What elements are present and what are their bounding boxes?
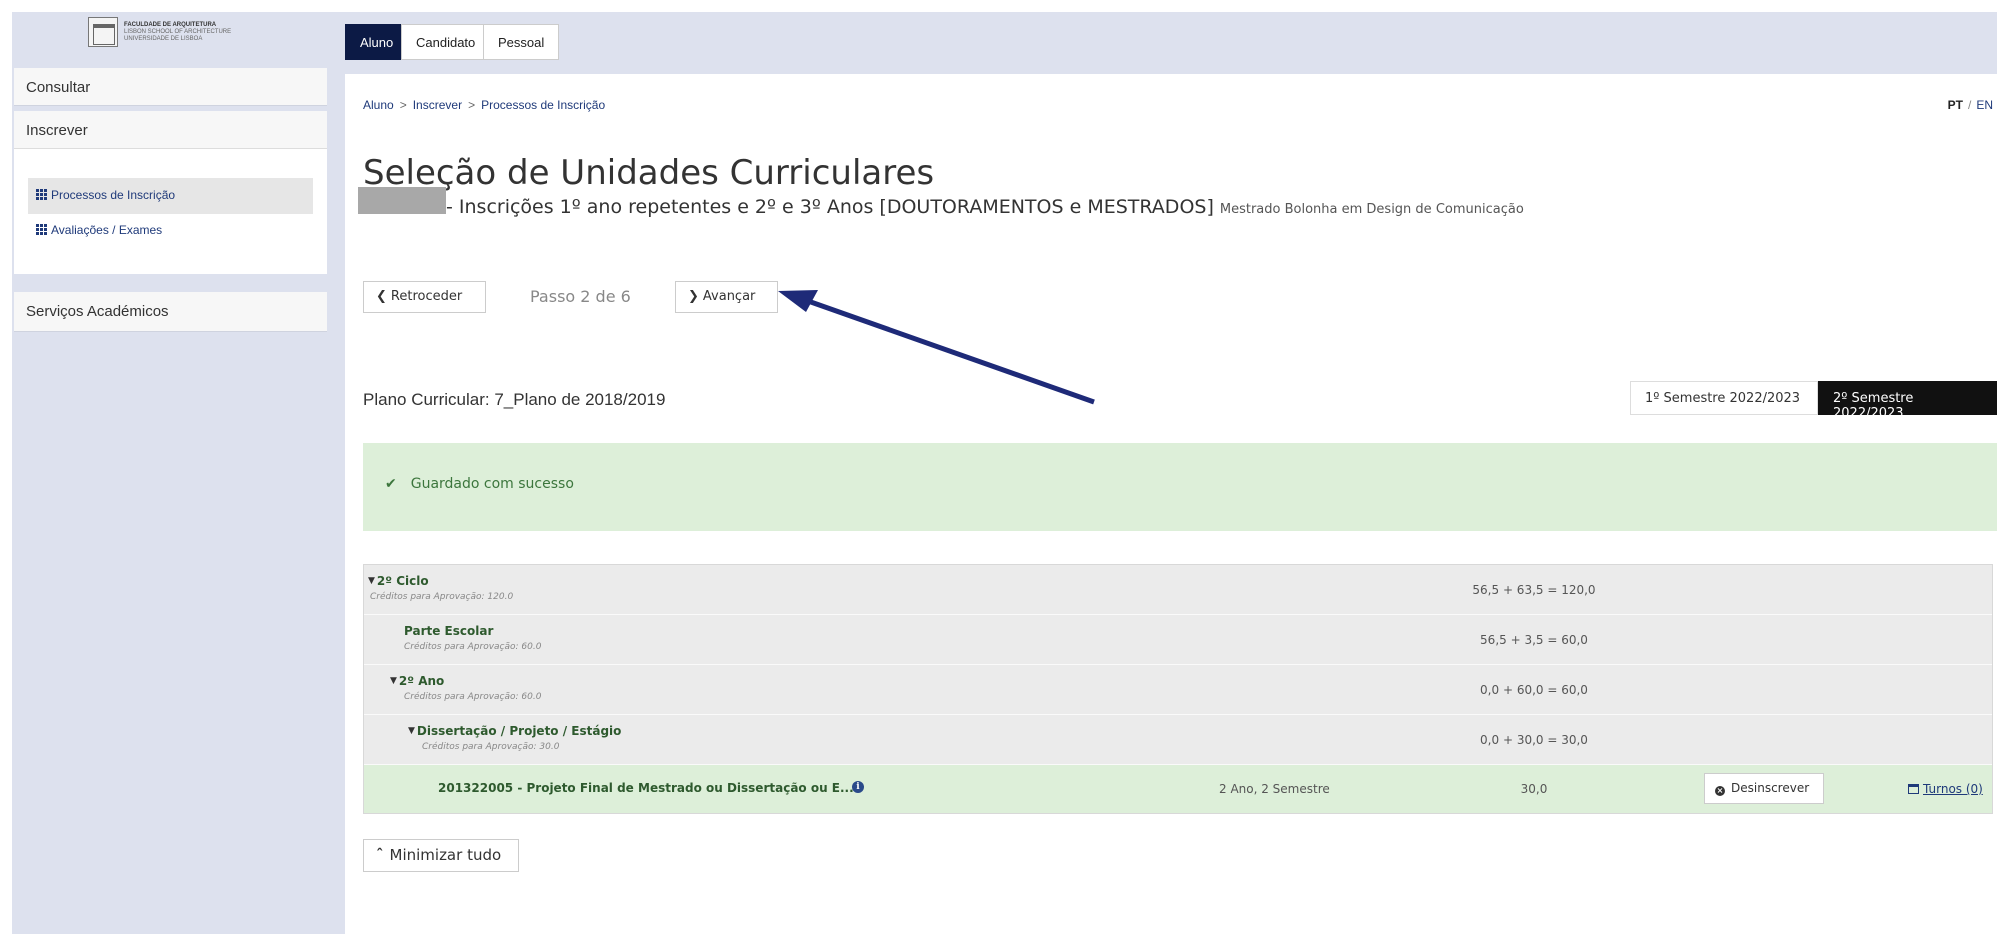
redacted-block [358,187,446,214]
tree-row-dissertacao[interactable]: ▼ Dissertação / Projeto / Estágio Crédito… [364,715,1992,765]
grid-icon [36,189,47,200]
top-tab-bar: Aluno Candidato Pessoal [345,12,1997,74]
tree-row-credits-required: Créditos para Aprovação: 60.0 [404,642,542,652]
caret-down-icon[interactable]: ▼ [368,576,375,586]
breadcrumb-separator: > [468,98,476,112]
tree-row-label: Parte Escolar [404,624,494,638]
page-title: Seleção de Unidades Curriculares [363,153,935,193]
building-logo-icon [88,17,118,47]
back-button[interactable]: ❮ Retroceder [363,281,486,313]
logo-line-1: FACULDADE DE ARQUITETURA [124,21,217,28]
next-button[interactable]: ❯ Avançar [675,281,778,313]
tab-pessoal[interactable]: Pessoal [483,24,560,60]
logo-text: FACULDADE DE ARQUITETURA LISBON SCHOOL O… [124,22,231,43]
logo-line-3: UNIVERSIDADE DE LISBOA [124,35,203,42]
sidebar-item-avaliacoes-exames[interactable]: Avaliações / Exames [28,213,313,249]
faculty-logo[interactable]: FACULDADE DE ARQUITETURA LISBON SCHOOL O… [88,16,248,48]
caret-down-icon[interactable]: ▼ [390,676,397,686]
tree-row-credits-required: Créditos para Aprovação: 120.0 [370,592,514,602]
sidebar-item-label: Avaliações / Exames [51,223,163,237]
chevron-left-icon: ❮ [376,289,387,304]
minimize-all-button[interactable]: ˆ Minimizar tudo [363,839,519,872]
tree-row-credits: 56,5 + 63,5 = 120,0 [1472,583,1596,597]
alert-text: Guardado com sucesso [410,476,574,492]
caret-down-icon[interactable]: ▼ [408,726,415,736]
lang-en[interactable]: EN [1976,98,1993,112]
minimize-all-label: Minimizar tudo [389,846,502,864]
breadcrumb-inscrever[interactable]: Inscrever [413,98,462,112]
tree-row-credits: 0,0 + 30,0 = 30,0 [1480,733,1588,747]
uc-year-semester: 2 Ano, 2 Semestre [1219,782,1330,796]
tree-row-credits: 56,5 + 3,5 = 60,0 [1480,633,1588,647]
lang-pt[interactable]: PT [1948,98,1963,112]
tab-candidato[interactable]: Candidato [401,24,491,60]
chevron-up-icon: ˆ [376,846,384,864]
breadcrumb-aluno[interactable]: Aluno [363,98,394,112]
sidebar-item-label: Processos de Inscrição [51,188,176,202]
sidebar-servicos-academicos[interactable]: Serviços Académicos [14,292,327,332]
tree-row-name: ▼ Dissertação / Projeto / Estágio [408,724,621,738]
tree-row-2o-ciclo[interactable]: ▼ 2º Ciclo Créditos para Aprovação: 120.0… [364,565,1992,615]
uc-row: 201322005 - Projeto Final de Mestrado ou… [364,765,1992,813]
subtitle-text: - Inscrições 1º ano repetentes e 2º e 3º… [446,196,1214,218]
remove-circle-icon: × [1715,786,1725,796]
grid-icon [36,224,47,235]
sidebar-inscrever[interactable]: Inscrever [14,111,327,149]
sidebar-submenu: Processos de Inscrição Avaliações / Exam… [14,149,327,274]
check-icon: ✔ [385,476,397,492]
course-name: Mestrado Bolonha em Design de Comunicaçã… [1219,202,1524,217]
step-indicator: Passo 2 de 6 [530,287,631,306]
success-alert: ✔ Guardado com sucesso [363,443,1997,531]
breadcrumb-processos[interactable]: Processos de Inscrição [481,98,605,112]
next-button-label: Avançar [702,289,756,304]
turnos-link-label: Turnos (0) [1923,782,1983,796]
lang-separator: / [1967,98,1972,112]
sidebar-consultar[interactable]: Consultar [14,68,327,106]
tree-row-label: 2º Ano [398,674,445,688]
tree-row-2o-ano[interactable]: ▼ 2º Ano Créditos para Aprovação: 60.0 0,… [364,665,1992,715]
breadcrumb-separator: > [399,98,407,112]
curriculum-tree: ▼ 2º Ciclo Créditos para Aprovação: 120.0… [363,564,1993,814]
calendar-icon [1908,784,1919,794]
language-switcher: PT / EN [1948,98,1993,112]
tree-row-label: 2º Ciclo [376,574,429,588]
tree-row-label: Dissertação / Projeto / Estágio [416,724,622,738]
tree-row-credits: 0,0 + 60,0 = 60,0 [1480,683,1588,697]
tree-row-parte-escolar[interactable]: Parte Escolar Créditos para Aprovação: 6… [364,615,1992,665]
semester-2-button[interactable]: 2º Semestre 2022/2023 [1818,381,1997,421]
sidebar-item-processos-inscricao[interactable]: Processos de Inscrição [28,178,313,214]
turnos-link[interactable]: Turnos (0) [1908,782,1983,796]
tree-row-credits-required: Créditos para Aprovação: 30.0 [422,742,560,752]
logo-line-2: LISBON SCHOOL OF ARCHITECTURE [124,28,232,35]
tree-row-name: ▼ 2º Ciclo [368,574,429,588]
uc-name: 201322005 - Projeto Final de Mestrado ou… [438,781,854,795]
tree-row-name: ▼ 2º Ano [390,674,444,688]
back-button-label: Retroceder [390,289,463,304]
unenroll-button-label: Desinscrever [1731,781,1810,795]
info-icon[interactable]: i [852,781,864,793]
page-subtitle: - Inscrições 1º ano repetentes e 2º e 3º… [446,196,1524,218]
tree-row-name: Parte Escolar [404,624,493,638]
breadcrumb: Aluno > Inscrever > Processos de Inscrição [363,98,605,112]
breadcrumb-bar: Aluno > Inscrever > Processos de Inscrição P… [345,74,1997,136]
uc-credits: 30,0 [1520,782,1548,796]
tab-aluno[interactable]: Aluno [345,24,409,60]
chevron-right-icon: ❯ [688,289,699,304]
semester-1-button[interactable]: 1º Semestre 2022/2023 [1630,381,1818,415]
unenroll-button[interactable]: × Desinscrever [1704,773,1824,804]
tree-row-credits-required: Créditos para Aprovação: 60.0 [404,692,542,702]
plano-curricular: Plano Curricular: 7_Plano de 2018/2019 [363,390,666,409]
